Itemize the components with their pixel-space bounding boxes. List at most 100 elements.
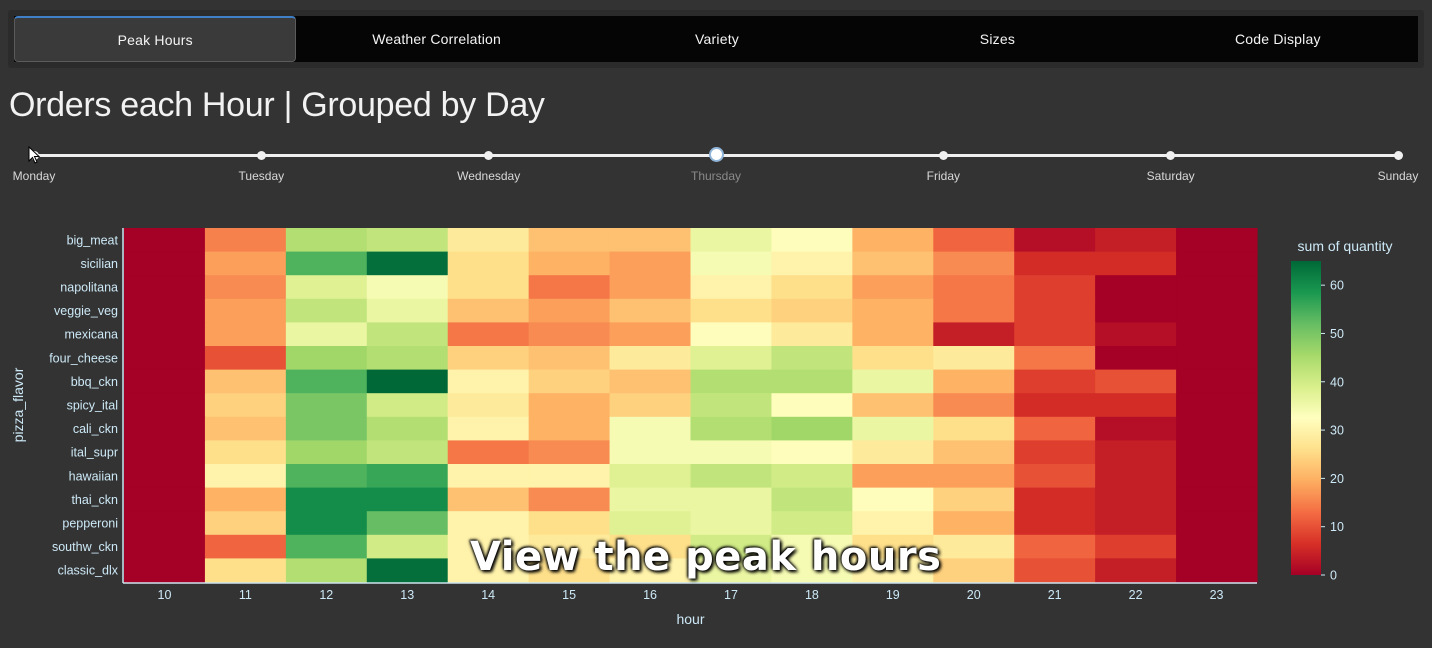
x-tick-label: 18 bbox=[805, 588, 819, 602]
heatmap-cell bbox=[1176, 275, 1258, 300]
heatmap-cell bbox=[690, 464, 773, 489]
heatmap-cell bbox=[1095, 251, 1177, 276]
heatmap-cell bbox=[366, 464, 449, 489]
heatmap-cell bbox=[204, 322, 287, 347]
heatmap-cell bbox=[528, 369, 611, 394]
heatmap-cell bbox=[366, 251, 449, 276]
heatmap-cell bbox=[285, 369, 368, 394]
heatmap-cell bbox=[933, 275, 1015, 300]
heatmap-cell bbox=[285, 440, 368, 465]
heatmap-cell bbox=[366, 416, 449, 441]
heatmap-cell bbox=[852, 393, 934, 418]
heatmap-cell bbox=[1176, 393, 1258, 418]
heatmap-cell bbox=[609, 487, 692, 512]
heatmap-cell bbox=[124, 511, 206, 536]
heatmap-cell bbox=[771, 511, 853, 536]
heatmap-cell bbox=[204, 393, 287, 418]
heatmap-cell bbox=[204, 369, 287, 394]
heatmap-cell bbox=[1095, 487, 1177, 512]
y-tick-label: veggie_veg bbox=[54, 304, 118, 318]
heatmap-cell bbox=[366, 534, 449, 559]
heatmap-cell bbox=[1176, 534, 1258, 559]
heatmap-cell bbox=[1014, 298, 1096, 323]
y-tick-label: cali_ckn bbox=[73, 422, 118, 436]
heatmap-cell bbox=[852, 298, 934, 323]
heatmap-cell bbox=[204, 346, 287, 371]
heatmap-cell bbox=[690, 511, 773, 536]
heatmap-cell bbox=[447, 322, 530, 347]
heatmap-cell bbox=[528, 487, 611, 512]
heatmap-cell bbox=[852, 487, 934, 512]
heatmap-cell bbox=[124, 393, 206, 418]
heatmap-cell bbox=[447, 511, 530, 536]
heatmap-cell bbox=[1014, 275, 1096, 300]
heatmap-cell bbox=[366, 511, 449, 536]
x-tick-label: 23 bbox=[1210, 588, 1224, 602]
heatmap-cell bbox=[204, 534, 287, 559]
heatmap-cell bbox=[933, 416, 1015, 441]
colorbar-tick-label: 30 bbox=[1330, 424, 1344, 438]
x-tick-label: 22 bbox=[1129, 588, 1143, 602]
heatmap-cell bbox=[1014, 228, 1096, 253]
heatmap-cell bbox=[124, 464, 206, 489]
heatmap-cell bbox=[285, 534, 368, 559]
y-tick-label: classic_dlx bbox=[58, 564, 119, 578]
heatmap-cell bbox=[771, 251, 853, 276]
y-tick-label: southw_ckn bbox=[52, 540, 118, 554]
heatmap-cell bbox=[1176, 369, 1258, 394]
heatmap-cell bbox=[852, 416, 934, 441]
y-tick-label: bbq_ckn bbox=[71, 375, 118, 389]
heatmap-cell bbox=[1014, 440, 1096, 465]
heatmap-cell bbox=[1095, 511, 1177, 536]
heatmap-cell bbox=[124, 416, 206, 441]
heatmap-cell bbox=[528, 464, 611, 489]
heatmap-cell bbox=[609, 416, 692, 441]
heatmap-cell bbox=[366, 393, 449, 418]
heatmap-cell bbox=[771, 393, 853, 418]
heatmap-cell bbox=[204, 440, 287, 465]
heatmap-cell bbox=[933, 534, 1015, 559]
x-tick-label: 17 bbox=[724, 588, 738, 602]
x-tick-label: 16 bbox=[643, 588, 657, 602]
heatmap-cell bbox=[933, 511, 1015, 536]
heatmap-cell bbox=[1176, 440, 1258, 465]
heatmap-cell bbox=[528, 440, 611, 465]
heatmap-cell bbox=[852, 440, 934, 465]
heatmap-cell bbox=[285, 487, 368, 512]
heatmap-cell bbox=[1014, 369, 1096, 394]
heatmap-cell bbox=[124, 346, 206, 371]
heatmap-cell bbox=[609, 464, 692, 489]
heatmap-cell bbox=[771, 369, 853, 394]
heatmap-cell bbox=[771, 275, 853, 300]
heatmap-cell bbox=[1095, 228, 1177, 253]
heatmap-cell bbox=[933, 369, 1015, 394]
heatmap-cell bbox=[447, 298, 530, 323]
heatmap-cell bbox=[447, 251, 530, 276]
x-tick-label: 12 bbox=[319, 588, 333, 602]
heatmap-cell bbox=[771, 487, 853, 512]
heatmap-cell bbox=[852, 511, 934, 536]
heatmap-cell bbox=[204, 298, 287, 323]
heatmap-cell bbox=[771, 346, 853, 371]
heatmap-cell bbox=[690, 440, 773, 465]
heatmap-cell bbox=[285, 416, 368, 441]
heatmap-cell bbox=[690, 298, 773, 323]
y-tick-label: sicilian bbox=[80, 257, 118, 271]
heatmap-cell bbox=[771, 228, 853, 253]
heatmap-cell bbox=[528, 393, 611, 418]
heatmap-cell bbox=[447, 416, 530, 441]
heatmap-cell bbox=[366, 440, 449, 465]
heatmap-cell bbox=[285, 298, 368, 323]
y-axis-title: pizza_flavor bbox=[10, 367, 26, 442]
heatmap-cell bbox=[771, 464, 853, 489]
colorbar-tick-label: 10 bbox=[1330, 520, 1344, 534]
heatmap-cell bbox=[609, 369, 692, 394]
heatmap-cell bbox=[852, 346, 934, 371]
heatmap-cell bbox=[1014, 322, 1096, 347]
heatmap-cell bbox=[366, 369, 449, 394]
heatmap-cell bbox=[609, 393, 692, 418]
heatmap-cell bbox=[1095, 440, 1177, 465]
heatmap-cell bbox=[1014, 511, 1096, 536]
x-tick-label: 11 bbox=[239, 588, 252, 602]
x-tick-label: 21 bbox=[1048, 588, 1062, 602]
